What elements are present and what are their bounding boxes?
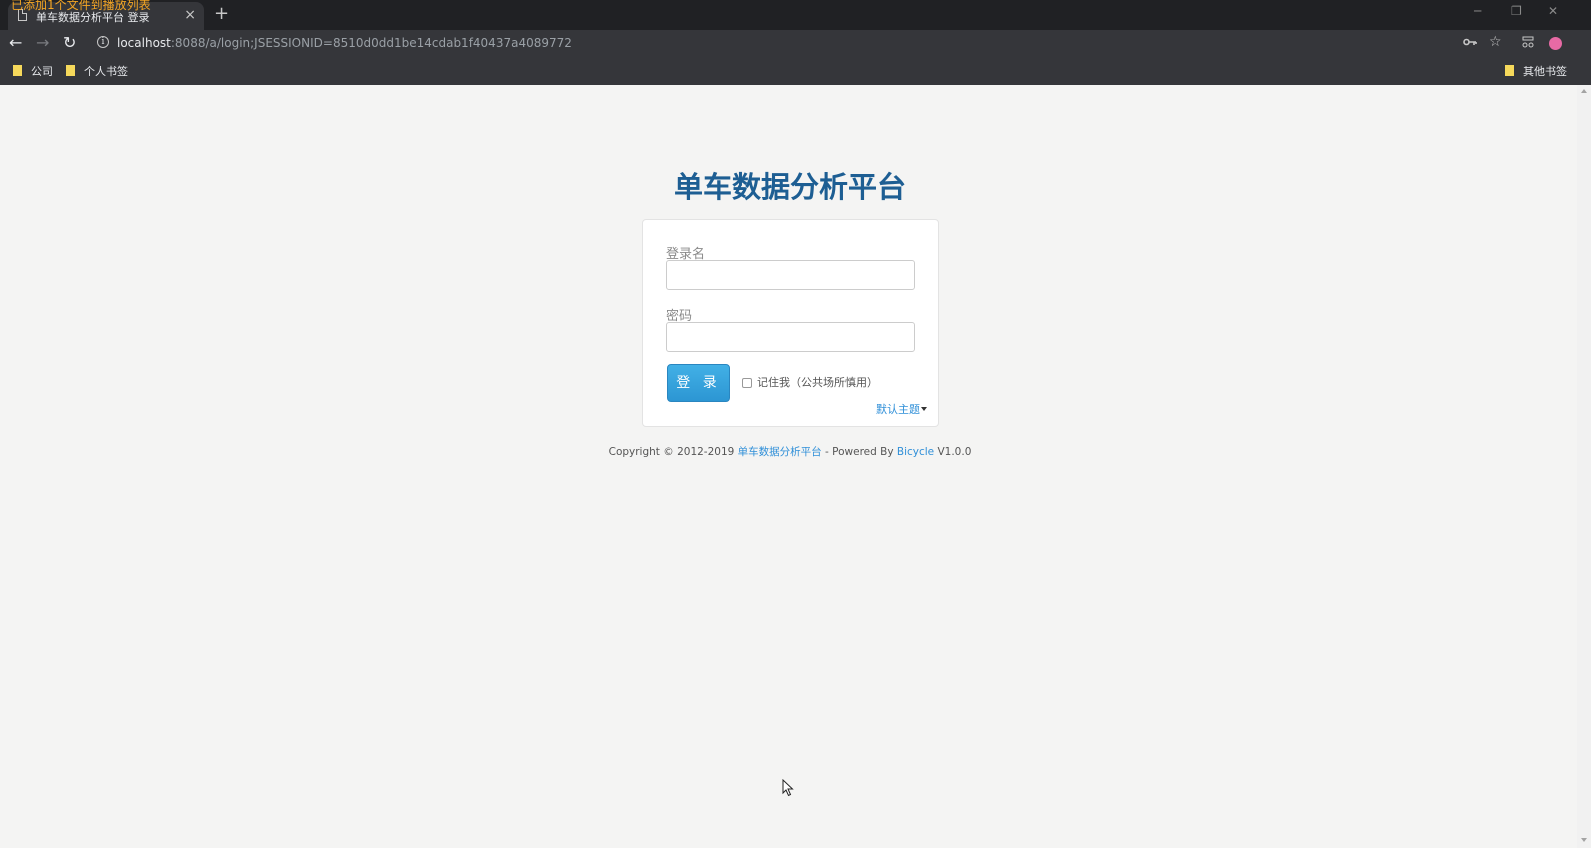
scroll-down-arrow[interactable] [1581,838,1587,842]
back-icon[interactable]: ← [9,33,22,53]
url-text[interactable]: localhost:8088/a/login;JSESSIONID=8510d0… [117,36,572,50]
profile-avatar[interactable] [1549,37,1562,50]
scroll-up-arrow[interactable] [1581,89,1587,93]
star-icon[interactable]: ☆ [1489,34,1502,50]
info-icon[interactable]: i [97,36,109,48]
folder-icon [1505,65,1514,76]
extension-icon[interactable] [1522,36,1534,52]
app-title: 单车数据分析平台 [673,170,906,204]
footer: Copyright © 2012-2019 单车数据分析平台 - Powered… [608,446,972,458]
bookmark-folder-company[interactable]: 公司 [13,63,53,79]
theme-dropdown[interactable]: 默认主题 [876,401,927,417]
playlist-notice: 已添加1个文件到播放列表 [11,0,151,12]
bookmark-folder-other[interactable]: 其他书签 [1505,63,1567,79]
remember-me-checkbox[interactable] [742,378,752,388]
bookmarks-bar [0,58,1591,85]
restore-button[interactable]: ❐ [1511,4,1522,18]
username-input[interactable] [666,260,915,290]
folder-icon [66,65,75,76]
tab-strip [0,0,1591,30]
footer-powered-link[interactable]: Bicycle [897,446,934,458]
window-close-button[interactable]: ✕ [1548,4,1558,18]
bookmark-folder-personal[interactable]: 个人书签 [66,63,128,79]
remember-me-label[interactable]: 记住我（公共场所慎用） [757,374,878,390]
login-button[interactable]: 登 录 [667,364,730,402]
new-tab-button[interactable]: + [214,4,229,24]
mouse-cursor-icon [782,779,794,797]
tab-close-icon[interactable]: × [184,7,196,23]
minimize-button[interactable]: ─ [1474,4,1481,18]
caret-down-icon [921,407,927,411]
reload-icon[interactable]: ↻ [63,33,76,53]
key-icon[interactable] [1463,36,1477,51]
folder-icon [13,65,22,76]
password-input[interactable] [666,322,915,352]
browser-chrome: 单车数据分析平台 登录 × + ─ ❐ ✕ ← → ↻ i localhost:… [0,0,1591,85]
forward-icon[interactable]: → [36,33,49,53]
footer-site-link[interactable]: 单车数据分析平台 [738,446,822,458]
